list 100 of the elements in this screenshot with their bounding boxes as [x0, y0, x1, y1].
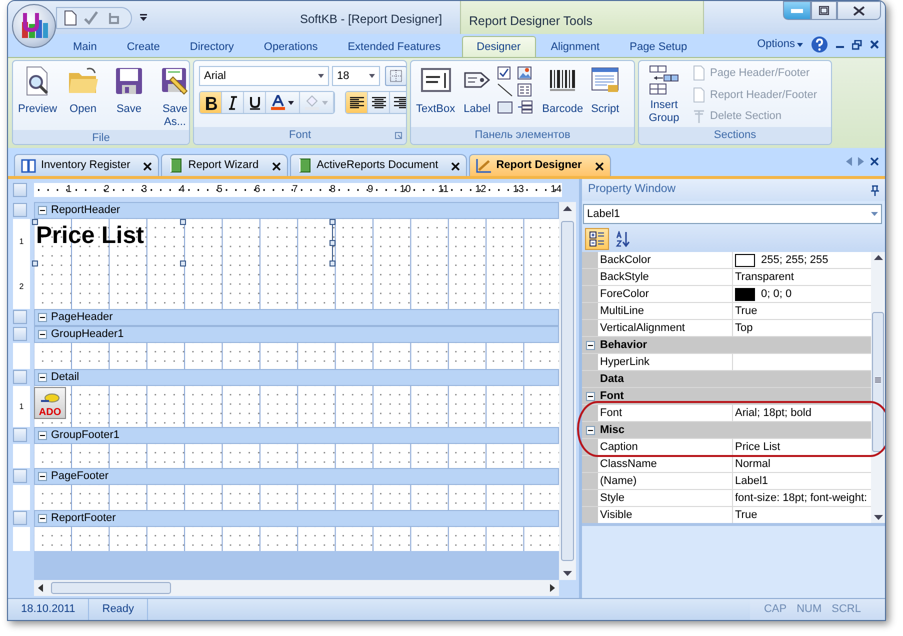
help-icon[interactable]: [811, 36, 828, 53]
ribbon-tab[interactable]: Page Setup: [614, 36, 702, 57]
document-tab[interactable]: Report Designer: [469, 154, 611, 176]
ribbon-tab[interactable]: Designer: [462, 36, 536, 57]
ribbon-tab[interactable]: Create: [112, 36, 175, 57]
property-name[interactable]: MultiLine: [598, 303, 733, 319]
property-value[interactable]: 0; 0; 0: [761, 286, 792, 302]
align-left-button[interactable]: [346, 92, 368, 113]
category-name[interactable]: Misc: [598, 422, 871, 438]
ribbon-button[interactable]: Barcode: [540, 64, 586, 117]
section-header[interactable]: ReportFooter: [34, 510, 559, 527]
rich-text-icon[interactable]: [517, 83, 534, 97]
section-header[interactable]: PageFooter: [34, 468, 559, 485]
document-tab[interactable]: Report Wizard: [161, 154, 288, 176]
app-menu-button[interactable]: [12, 4, 56, 48]
property-value[interactable]: Label1: [735, 473, 768, 489]
section-header[interactable]: Detail: [34, 369, 559, 386]
ribbon-tab[interactable]: Extended Features: [332, 36, 456, 57]
property-name[interactable]: HyperLink: [598, 354, 733, 370]
align-center-button[interactable]: [368, 92, 390, 113]
customize-caret-icon[interactable]: [140, 14, 148, 22]
section-handle[interactable]: [13, 310, 27, 324]
report-label[interactable]: Price List: [36, 223, 144, 249]
categorized-button[interactable]: [585, 228, 609, 250]
line-icon[interactable]: [497, 83, 514, 97]
object-selector[interactable]: Label1: [583, 204, 882, 224]
ribbon-tab[interactable]: Directory: [174, 36, 249, 57]
section-header[interactable]: ReportHeader: [34, 202, 559, 219]
font-size-field[interactable]: 18: [332, 66, 380, 86]
property-name[interactable]: BackColor: [598, 252, 733, 268]
book-icon: [21, 158, 36, 173]
property-value[interactable]: 255; 255; 255: [761, 252, 828, 268]
category-name[interactable]: Data: [598, 371, 871, 387]
section-header[interactable]: GroupHeader1: [34, 326, 559, 343]
ribbon-button[interactable]: Open: [62, 64, 104, 117]
category-name[interactable]: Behavior: [598, 337, 871, 353]
property-name[interactable]: Font: [598, 405, 733, 421]
collapse-button[interactable]: [586, 426, 594, 434]
ribbon-button[interactable]: Label: [460, 64, 494, 117]
dialog-launcher-icon[interactable]: [395, 132, 402, 139]
property-value[interactable]: True: [735, 303, 758, 319]
section-handle[interactable]: [13, 469, 27, 483]
section-handle[interactable]: [13, 511, 27, 525]
property-name[interactable]: (Name): [598, 473, 733, 489]
property-value[interactable]: font-size: 18pt; font-weight:: [735, 490, 868, 506]
ribbon-button[interactable]: TextBox: [414, 64, 458, 117]
ribbon-tab[interactable]: Alignment: [536, 36, 615, 57]
font-color-button[interactable]: [266, 92, 300, 113]
section-header[interactable]: PageHeader: [34, 309, 559, 326]
restore-icon[interactable]: [852, 40, 862, 50]
italic-button[interactable]: [222, 92, 244, 113]
options-menu[interactable]: Options: [757, 36, 795, 53]
close-icon[interactable]: [870, 40, 879, 49]
vertical-scrollbar[interactable]: [559, 202, 576, 580]
section-handle[interactable]: [13, 203, 27, 217]
underline-button[interactable]: [244, 92, 266, 113]
check-icon[interactable]: [83, 10, 99, 26]
section-handle[interactable]: [13, 370, 27, 384]
property-value[interactable]: Price List: [735, 439, 780, 455]
property-name[interactable]: BackStyle: [598, 269, 733, 285]
maximize-button[interactable]: [811, 1, 837, 20]
property-name[interactable]: VerticalAlignment: [598, 320, 733, 336]
close-button[interactable]: [837, 1, 881, 20]
collapse-button[interactable]: [586, 392, 594, 400]
section-header[interactable]: GroupFooter1: [34, 427, 559, 444]
bold-button[interactable]: [200, 92, 222, 113]
property-name[interactable]: Visible: [598, 507, 733, 523]
ribbon-button[interactable]: Save: [108, 64, 150, 117]
property-name[interactable]: ClassName: [598, 456, 733, 472]
property-value[interactable]: Normal: [735, 456, 770, 472]
data-source-control[interactable]: ADO: [34, 387, 66, 419]
image-icon[interactable]: [517, 66, 534, 80]
dropdown-caret-icon[interactable]: [797, 42, 803, 46]
property-value[interactable]: Transparent: [735, 269, 794, 285]
rectangle-icon[interactable]: [497, 100, 514, 114]
ribbon-tab[interactable]: Operations: [248, 36, 333, 57]
ribbon-button[interactable]: Script: [588, 64, 622, 117]
new-document-icon[interactable]: [63, 10, 77, 26]
font-name-field[interactable]: Arial: [199, 66, 329, 86]
collapse-button[interactable]: [586, 340, 594, 350]
subreport-icon[interactable]: [517, 100, 534, 114]
document-tab[interactable]: ActiveReports Document: [290, 154, 468, 176]
property-name[interactable]: ForeColor: [598, 286, 733, 302]
section-handle[interactable]: [13, 428, 27, 442]
checkbox-icon[interactable]: [497, 66, 514, 80]
document-tab[interactable]: Inventory Register: [14, 154, 160, 176]
ribbon-button[interactable]: Preview: [16, 64, 58, 117]
borders-button[interactable]: [385, 66, 406, 86]
property-value[interactable]: Top: [735, 320, 753, 336]
vertical-scrollbar[interactable]: [871, 252, 885, 523]
section-handle[interactable]: [13, 327, 27, 341]
property-value[interactable]: Arial; 18pt; bold: [735, 405, 812, 421]
close-icon[interactable]: [870, 157, 879, 166]
pin-icon[interactable]: [871, 184, 879, 196]
property-value[interactable]: True: [735, 507, 758, 523]
property-name[interactable]: Caption: [598, 439, 733, 455]
horizontal-scrollbar[interactable]: [34, 580, 559, 596]
ribbon-tab[interactable]: Main: [58, 36, 112, 57]
property-name[interactable]: Style: [598, 490, 733, 506]
insert-group-button[interactable]: Insert Group: [642, 64, 686, 126]
